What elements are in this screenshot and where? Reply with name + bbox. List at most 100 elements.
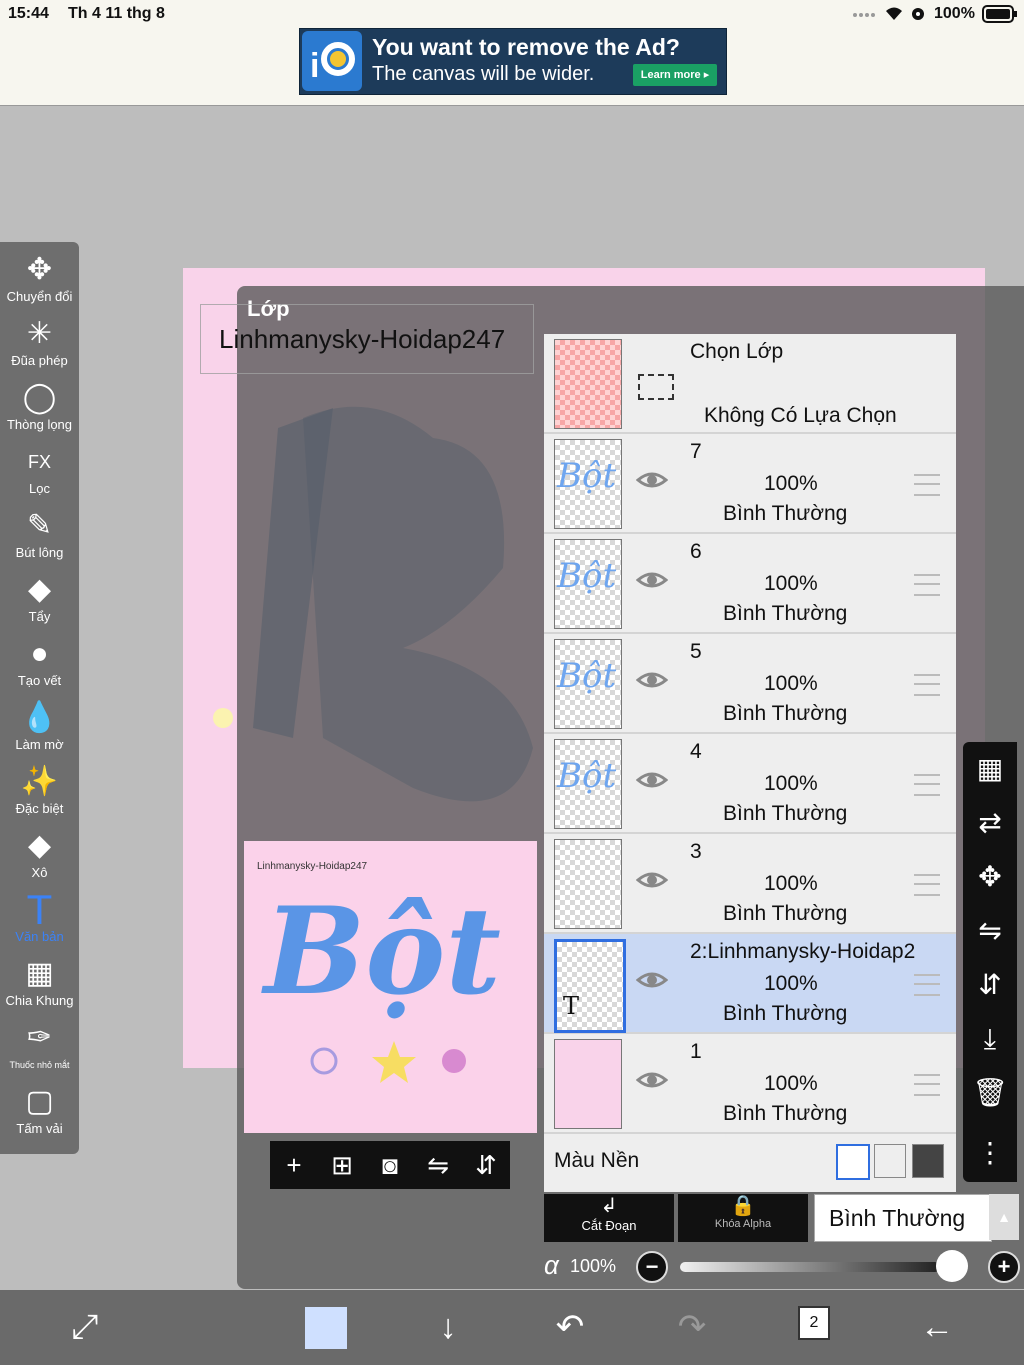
layer-row[interactable]: 3 100% Bình Thường — [544, 834, 956, 934]
alpha-symbol: α — [544, 1250, 559, 1280]
visibility-eye-icon[interactable] — [636, 468, 668, 492]
tool-frame-divider[interactable]: ▦ Chia Khung — [0, 954, 79, 1018]
layer-row[interactable]: Bột 6 100% Bình Thường — [544, 534, 956, 634]
move-layer-icon[interactable]: ✥ — [963, 850, 1017, 904]
background-color-row: Màu Nền — [544, 1134, 956, 1192]
selection-layer-row[interactable]: Chọn Lớp Không Có Lựa Chọn — [544, 334, 956, 434]
tool-special[interactable]: ✨ Đặc biệt — [0, 762, 79, 826]
redo-icon[interactable]: ↷ — [667, 1304, 717, 1350]
drag-handle-icon[interactable] — [914, 974, 940, 996]
tool-brush[interactable]: ✎ Bút lông — [0, 506, 79, 570]
flip-v-layer-icon[interactable]: ⇵ — [963, 958, 1017, 1012]
ad-learn-more-button[interactable]: Learn more ▸ — [633, 64, 717, 86]
add-layer-icon[interactable]: + — [270, 1141, 318, 1189]
tool-move[interactable]: ✥ Chuyển đổi — [0, 250, 79, 314]
tool-label: Tạo vết — [17, 673, 62, 688]
visibility-eye-icon[interactable] — [636, 868, 668, 892]
tool-smudge[interactable]: ● Tạo vết — [0, 634, 79, 698]
opacity-decrease-button[interactable]: − — [636, 1251, 668, 1283]
selection-title: Chọn Lớp — [690, 340, 784, 363]
layer-panel: Lớp Linhmanysky-Hoidap247 Linhmanysky-Ho… — [200, 286, 1024, 1289]
canvas-icon: ▢ — [25, 1085, 54, 1118]
selection-thumb — [554, 339, 622, 429]
camera-icon[interactable]: ◙ — [366, 1141, 414, 1189]
visibility-eye-icon[interactable] — [636, 1068, 668, 1092]
tool-eyedropper[interactable]: ✑ Thuốc nhỏ mắt — [0, 1018, 79, 1082]
add-copy-layer-icon[interactable]: ⊞ — [318, 1141, 366, 1189]
tool-text-tool[interactable]: T Văn bản — [0, 889, 79, 954]
clipping-icon: ↲ — [600, 1195, 618, 1217]
transfer-layer-icon[interactable]: ⇄ — [963, 796, 1017, 850]
layer-row[interactable]: Bột 4 100% Bình Thường — [544, 734, 956, 834]
layer-opacity: 100% — [764, 1072, 818, 1095]
clipping-label: Cắt Đoạn — [581, 1218, 637, 1233]
arrow-down-icon[interactable]: ↓ — [423, 1304, 473, 1350]
layer-blend-mode: Bình Thường — [723, 502, 848, 525]
tool-label: Văn bản — [15, 929, 64, 944]
bg-white-swatch[interactable] — [836, 1144, 870, 1180]
layers-button[interactable]: 2 — [798, 1306, 830, 1340]
signal-dots-icon — [853, 13, 875, 17]
clipping-button[interactable]: ↲ Cắt Đoạn — [544, 1194, 674, 1242]
trash-icon[interactable]: 🗑 — [963, 1066, 1017, 1120]
tool-blur-drop[interactable]: 💧 Làm mờ — [0, 698, 79, 762]
layer-name: 1 — [690, 1040, 702, 1063]
visibility-eye-icon[interactable] — [636, 568, 668, 592]
visibility-eye-icon[interactable] — [636, 968, 668, 992]
layer-name: 3 — [690, 840, 702, 863]
drag-handle-icon[interactable] — [914, 574, 940, 596]
layer-row[interactable]: Bột 5 100% Bình Thường — [544, 634, 956, 734]
layer-thumb-text: Bột — [557, 756, 617, 796]
drag-handle-icon[interactable] — [914, 1074, 940, 1096]
status-time: 15:44 — [8, 5, 49, 22]
preview-word: Bột — [264, 881, 501, 1022]
more-icon[interactable]: ⋮ — [963, 1126, 1017, 1180]
ad-banner[interactable]: i You want to remove the Ad? The canvas … — [299, 28, 727, 95]
drag-handle-icon[interactable] — [914, 874, 940, 896]
color-swatch[interactable] — [305, 1307, 347, 1349]
tool-bucket[interactable]: ◆ Xô — [0, 826, 79, 890]
visibility-eye-icon[interactable] — [636, 668, 668, 692]
layer-row[interactable]: T 2:Linhmanysky-Hoidap2 100% Bình Thường — [544, 934, 956, 1034]
bg-transparent-swatch[interactable] — [874, 1144, 906, 1178]
alpha-lock-label: Khóa Alpha — [714, 1218, 772, 1230]
back-arrow-icon[interactable]: ← — [912, 1304, 962, 1350]
bg-dark-swatch[interactable] — [912, 1144, 944, 1178]
layer-thumb-text: Bột — [557, 456, 617, 496]
alpha-lock-button[interactable]: 🔒 Khóa Alpha — [678, 1194, 808, 1242]
layer-name: 5 — [690, 640, 702, 663]
opacity-slider[interactable] — [680, 1262, 940, 1272]
layer-name: 6 — [690, 540, 702, 563]
tool-eraser[interactable]: ◆ Tẩy — [0, 570, 79, 634]
opacity-increase-button[interactable]: + — [988, 1251, 1020, 1283]
flip-h-layer-icon[interactable]: ⇋ — [963, 904, 1017, 958]
layer-opacity: 100% — [764, 672, 818, 695]
tool-magic-wand[interactable]: ✳ Đũa phép — [0, 314, 79, 378]
drag-handle-icon[interactable] — [914, 674, 940, 696]
transform-tool-icon[interactable]: ⤢ — [60, 1304, 110, 1350]
layer-row[interactable]: Bột 7 100% Bình Thường — [544, 434, 956, 534]
layer-thumb-text: T — [563, 992, 580, 1020]
drag-handle-icon[interactable] — [914, 474, 940, 496]
flip-horizontal-icon[interactable]: ⇋ — [414, 1141, 462, 1189]
blend-mode-arrow-icon[interactable]: ▲ — [989, 1194, 1019, 1240]
right-toolbar: ▦ ⇄ ✥ ⇋ ⇵ ⤓ 🗑 ⋮ — [963, 742, 1017, 1182]
layer-blend-mode: Bình Thường — [723, 1102, 848, 1125]
drag-handle-icon[interactable] — [914, 774, 940, 796]
blend-mode-select[interactable]: Bình Thường — [814, 1194, 992, 1242]
tool-canvas[interactable]: ▢ Tấm vải — [0, 1082, 79, 1146]
merge-down-icon[interactable]: ⤓ — [963, 1012, 1017, 1066]
tool-label: Làm mờ — [15, 737, 64, 752]
flip-vertical-icon[interactable]: ⇵ — [462, 1141, 510, 1189]
tool-label: Tấm vải — [16, 1121, 63, 1136]
tool-lasso[interactable]: ◯ Thòng lọng — [0, 378, 79, 442]
blend-mode-value: Bình Thường — [829, 1205, 966, 1231]
lock-icon: 🔒 — [730, 1195, 756, 1217]
opacity-slider-knob[interactable] — [936, 1250, 968, 1282]
undo-icon[interactable]: ↶ — [545, 1304, 595, 1350]
visibility-eye-icon[interactable] — [636, 768, 668, 792]
tool-fx-filter[interactable]: FX Lọc — [0, 442, 79, 506]
frame-divider-icon: ▦ — [25, 957, 54, 990]
checker-icon[interactable]: ▦ — [963, 742, 1017, 796]
layer-row[interactable]: 1 100% Bình Thường — [544, 1034, 956, 1134]
